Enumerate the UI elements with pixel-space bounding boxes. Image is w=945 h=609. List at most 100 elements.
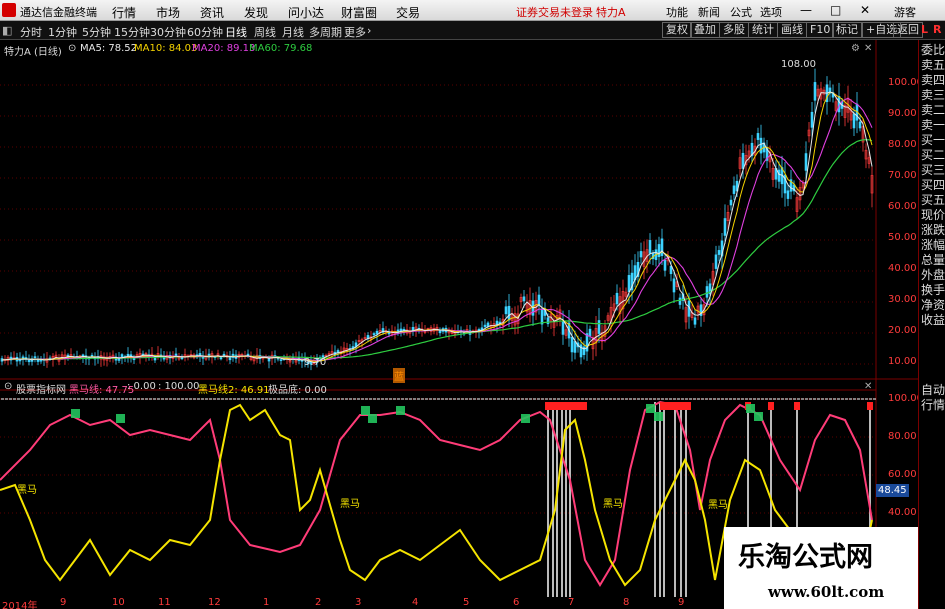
x-tick-13: 9 (678, 597, 685, 608)
candle-body (546, 317, 550, 325)
side-label-sell4[interactable]: 卖四 (921, 73, 945, 87)
side-label-sell5[interactable]: 卖五 (921, 58, 945, 72)
x-tick-0: 2014年 (2, 601, 38, 609)
settings-icon[interactable]: ⚙ (851, 43, 860, 54)
period-tab-1min[interactable]: 1分钟 (48, 24, 77, 40)
candle-body (219, 357, 223, 360)
candle-body (732, 185, 736, 194)
side-label-change-pct[interactable]: 涨幅 (921, 238, 945, 252)
f10-button[interactable]: F10 (806, 22, 835, 38)
period-tab-5min[interactable]: 5分钟 (82, 24, 111, 40)
side-label-sell3[interactable]: 卖三 (921, 88, 945, 102)
period-tab-weekly[interactable]: 周线 (254, 24, 276, 40)
login-notice[interactable]: 证券交易未登录 (516, 4, 593, 20)
period-tab-multi[interactable]: 多周期 (309, 24, 342, 40)
side-header-left[interactable]: L (921, 23, 928, 36)
maximize-icon[interactable]: □ (830, 3, 841, 17)
multi-stock-button[interactable]: 多股 (719, 22, 749, 38)
menu-wealth[interactable]: 财富圈 (341, 4, 377, 21)
side-quotes[interactable]: 行情 (921, 398, 945, 412)
period-tab-intraday[interactable]: 分时 (20, 24, 42, 40)
x-tick-11: 7 (568, 597, 575, 608)
candle-body (648, 240, 652, 254)
candle-body (366, 335, 370, 339)
x-tick-8: 4 (412, 597, 419, 608)
function-button[interactable]: 功能 (666, 4, 688, 20)
red-marker (768, 402, 774, 410)
formula-button[interactable]: 公式 (730, 4, 752, 20)
ma-gear-icon[interactable]: ⊙ (68, 43, 76, 54)
candle-body (756, 133, 760, 140)
menu-market-quotes[interactable]: 行情 (112, 4, 136, 21)
side-label-turnover[interactable]: 换手 (921, 283, 945, 297)
overlay-button[interactable]: 叠加 (690, 22, 720, 38)
candle-body (858, 121, 862, 129)
close-icon[interactable]: ✕ (860, 3, 870, 17)
side-label-sell1[interactable]: 卖一 (921, 118, 945, 132)
green-buy-marker (361, 406, 370, 415)
menu-market[interactable]: 市场 (156, 4, 180, 21)
side-label-buy4[interactable]: 买四 (921, 178, 945, 192)
candle-body (561, 321, 565, 335)
side-label-eps[interactable]: 收益 (921, 313, 945, 327)
candle-body (507, 305, 511, 321)
side-label-nav[interactable]: 净资 (921, 298, 945, 312)
news-button[interactable]: 新闻 (698, 4, 720, 20)
candle-body (723, 218, 727, 236)
candle-body (852, 113, 856, 129)
red-marker (581, 402, 587, 410)
side-label-sell2[interactable]: 卖二 (921, 103, 945, 117)
panel-close-icon[interactable]: ✕ (864, 43, 872, 54)
hundred-value: : 100.00 (158, 381, 200, 392)
y-tick-90: 90.00 (888, 108, 917, 119)
menu-ask[interactable]: 问小达 (288, 4, 324, 21)
side-label-volume[interactable]: 总量 (921, 253, 945, 267)
side-label-change[interactable]: 涨跌 (921, 223, 945, 237)
red-marker (794, 402, 800, 410)
collapse-icon[interactable]: ◧ (2, 24, 12, 37)
event-marker[interactable]: 蓝 (393, 368, 405, 383)
app-title: 通达信金融终端 (20, 6, 97, 19)
period-tab-15min[interactable]: 15分钟 (114, 24, 150, 40)
stats-button[interactable]: 统计 (748, 22, 778, 38)
mark-button[interactable]: 标记 (832, 22, 862, 38)
menu-discover[interactable]: 发现 (244, 4, 268, 21)
options-button[interactable]: 选项 (760, 4, 782, 20)
candle-body (570, 336, 574, 353)
side-header-right[interactable]: R (933, 23, 941, 36)
x-tick-6: 2 (315, 597, 322, 608)
side-label-buy5[interactable]: 买五 (921, 193, 945, 207)
side-label-buy3[interactable]: 买三 (921, 163, 945, 177)
period-tab-monthly[interactable]: 月线 (282, 24, 304, 40)
quote-side-panel: L R 委比 卖五 卖四 卖三 卖二 卖一 买一 买二 买三 买四 买五 现价 … (918, 23, 945, 609)
side-auto[interactable]: 自动 (921, 383, 945, 397)
side-label-outer[interactable]: 外盘 (921, 268, 945, 282)
app-logo-icon (2, 3, 16, 17)
x-tick-3: 11 (158, 597, 171, 608)
side-label-buy1[interactable]: 买一 (921, 133, 945, 147)
guest-button[interactable]: 游客 (894, 4, 916, 20)
candle-body (90, 354, 94, 357)
back-button[interactable]: 返回 (893, 22, 923, 38)
title-bar: 通达信金融终端 行情 市场 资讯 发现 问小达 财富圈 交易 证券交易未登录 特… (0, 0, 945, 21)
period-tab-60min[interactable]: 60分钟 (187, 24, 223, 40)
menu-news[interactable]: 资讯 (200, 4, 224, 21)
heima-line-value: 黑马线: 47.75 (69, 385, 135, 396)
adjust-button[interactable]: 复权 (662, 22, 692, 38)
indicator-close-icon[interactable]: ✕ (864, 381, 872, 392)
chart-area[interactable] (0, 40, 918, 597)
candle-body (705, 286, 709, 298)
minimize-icon[interactable]: — (800, 3, 812, 17)
side-label-price[interactable]: 现价 (921, 208, 945, 222)
period-tab-30min[interactable]: 30分钟 (150, 24, 186, 40)
more-chevron-icon[interactable]: › (367, 24, 371, 37)
period-tab-daily[interactable]: 日线 (225, 24, 247, 40)
y-tick-60: 60.00 (888, 201, 917, 212)
candle-body (810, 111, 814, 128)
indicator-gear-icon[interactable]: ⊙ (4, 381, 12, 392)
side-label-weibi[interactable]: 委比 (921, 43, 945, 57)
side-label-buy2[interactable]: 买二 (921, 148, 945, 162)
menu-trade[interactable]: 交易 (396, 4, 420, 21)
period-tab-more[interactable]: 更多 (344, 24, 366, 40)
draw-line-button[interactable]: 画线 (777, 22, 807, 38)
